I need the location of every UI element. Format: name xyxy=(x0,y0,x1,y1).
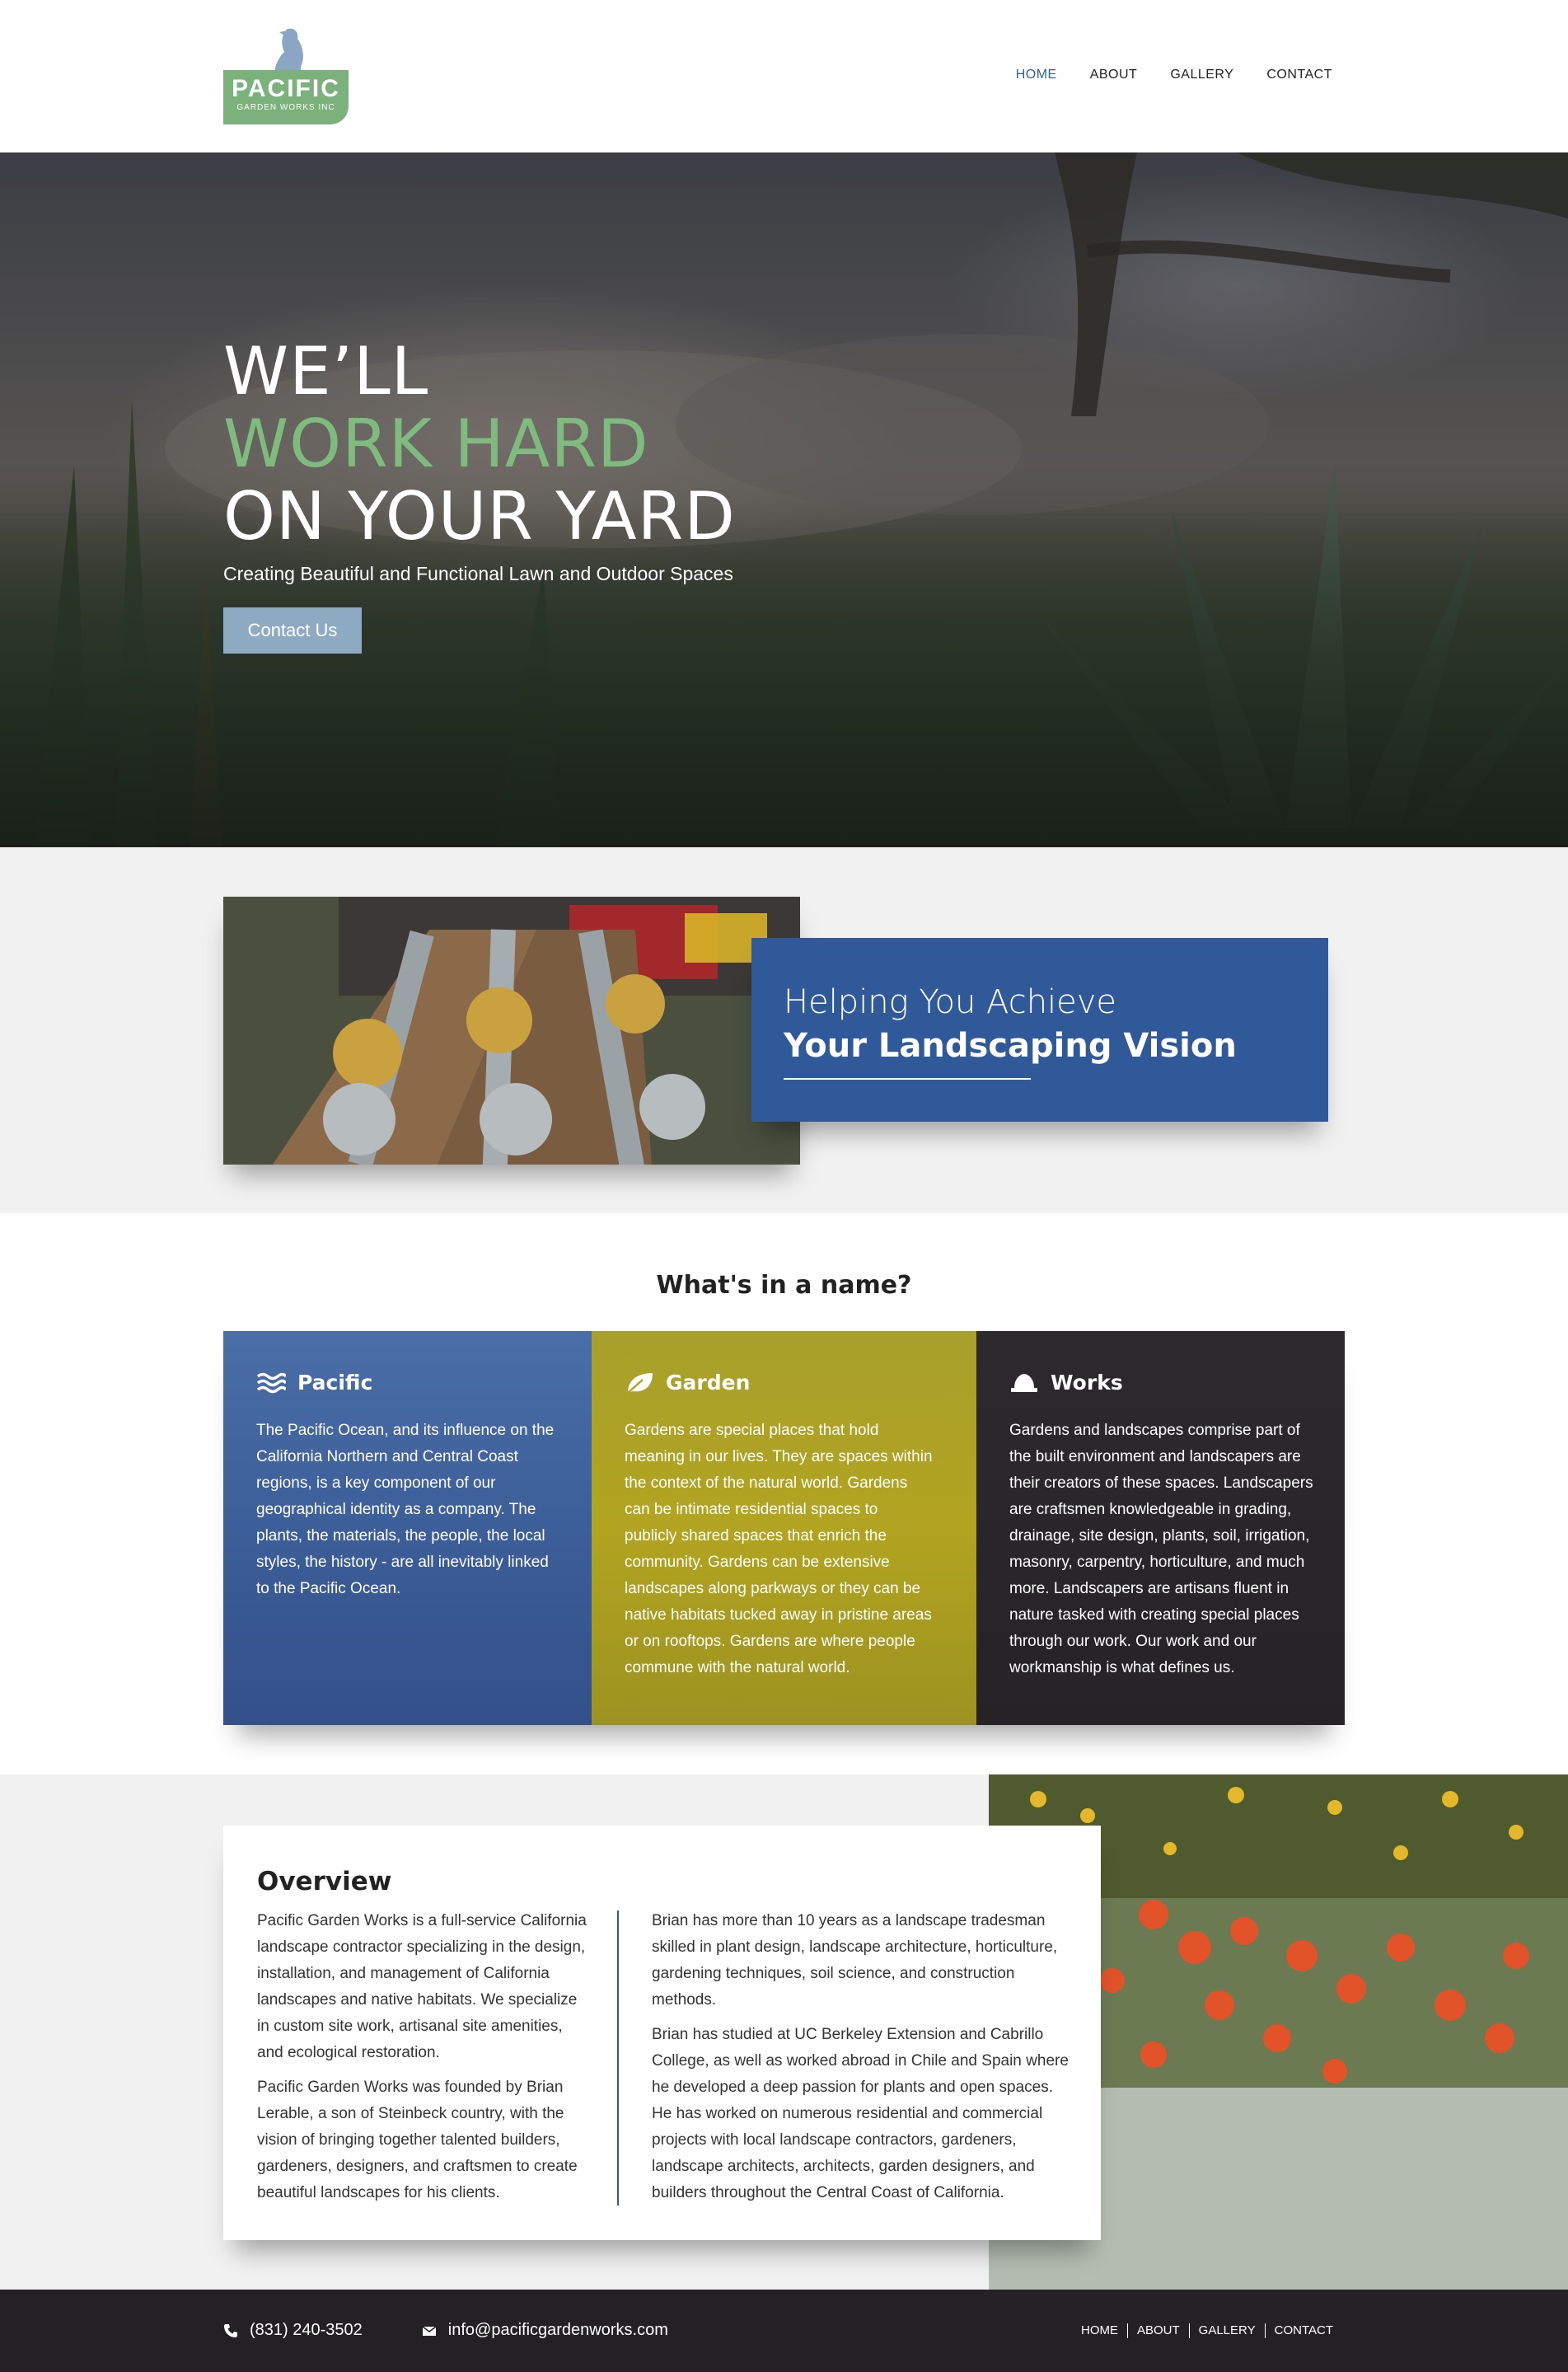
helping-heading-bold: Your Landscaping Vision xyxy=(784,1027,1237,1065)
column-header: Garden xyxy=(625,1371,750,1395)
helping-underline xyxy=(784,1078,1031,1080)
nav-about[interactable]: ABOUT xyxy=(1090,68,1138,82)
footer-email[interactable]: info@pacificgardenworks.com xyxy=(422,2321,668,2340)
waves-icon xyxy=(256,1372,286,1393)
faucet-photo xyxy=(223,897,800,1165)
helping-card: Helping You Achieve Your Landscaping Vis… xyxy=(751,938,1328,1122)
helping-section: Helping You Achieve Your Landscaping Vis… xyxy=(0,847,1568,1213)
column-text: Gardens and landscapes comprise part of … xyxy=(1009,1422,1313,1676)
hero-line-3: ON YOUR YARD xyxy=(223,478,736,555)
column-text: Gardens are special places that hold mea… xyxy=(625,1422,933,1676)
column-pacific: Pacific The Pacific Ocean, and its influ… xyxy=(223,1331,592,1725)
footer-nav-about[interactable]: ABOUT xyxy=(1126,2323,1189,2338)
nav-home[interactable]: HOME xyxy=(1016,68,1057,82)
nav-contact[interactable]: CONTACT xyxy=(1266,68,1332,82)
overview-paragraph: Brian has studied at UC Berkeley Extensi… xyxy=(652,2026,1069,2201)
nav-gallery[interactable]: GALLERY xyxy=(1170,68,1233,82)
overview-section: Overview Pacific Garden Works is a full-… xyxy=(0,1774,1568,2290)
faucet-illustration xyxy=(223,897,800,1165)
logo-plate: PACIFIC GARDEN WORKS INC xyxy=(223,70,349,124)
overview-paragraph: Pacific Garden Works is a full-service C… xyxy=(257,1912,587,2061)
column-text: The Pacific Ocean, and its influence on … xyxy=(256,1422,555,1597)
column-title: Works xyxy=(1051,1371,1123,1395)
footer-nav-contact[interactable]: CONTACT xyxy=(1264,2323,1342,2338)
hero-subtitle: Creating Beautiful and Functional Lawn a… xyxy=(223,563,733,584)
name-section-title: What's in a name? xyxy=(656,1271,912,1300)
overview-right-column: Brian has more than 10 years as a landsc… xyxy=(652,1908,1072,2215)
column-header: Works xyxy=(1009,1371,1123,1395)
email-icon xyxy=(422,2325,437,2336)
overview-title: Overview xyxy=(257,1867,392,1896)
logo[interactable]: PACIFIC GARDEN WORKS INC xyxy=(223,27,349,124)
footer-nav-gallery[interactable]: GALLERY xyxy=(1188,2323,1265,2338)
main-nav: HOME ABOUT GALLERY CONTACT xyxy=(1016,68,1332,82)
column-works: Works Gardens and landscapes comprise pa… xyxy=(976,1331,1345,1725)
overview-left-column: Pacific Garden Works is a full-service C… xyxy=(257,1908,587,2215)
overview-divider xyxy=(617,1910,619,2206)
logo-name: PACIFIC xyxy=(232,75,340,102)
overview-paragraph: Pacific Garden Works was founded by Bria… xyxy=(257,2079,578,2201)
hero-line-2: WORK HARD xyxy=(223,405,649,482)
name-section: What's in a name? Pacific The Pacific Oc… xyxy=(0,1213,1568,1774)
overview-paragraph: Brian has more than 10 years as a landsc… xyxy=(652,1912,1058,2009)
site-header: PACIFIC GARDEN WORKS INC HOME ABOUT GALL… xyxy=(0,0,1568,152)
column-garden: Garden Gardens are special places that h… xyxy=(592,1331,976,1725)
name-columns: Pacific The Pacific Ocean, and its influ… xyxy=(223,1331,1345,1725)
leaf-icon xyxy=(627,1372,653,1394)
hero-text: WE’LL WORK HARD ON YOUR YARD Creating Be… xyxy=(223,335,736,654)
column-title: Garden xyxy=(666,1371,751,1395)
footer-phone[interactable]: (831) 240-3502 xyxy=(223,2321,363,2340)
footer-contact: (831) 240-3502 info@pacificgardenworks.c… xyxy=(223,2321,668,2340)
column-title: Pacific xyxy=(297,1371,373,1395)
hero-line-1: WE’LL xyxy=(223,333,429,410)
helping-heading-light: Helping You Achieve xyxy=(784,983,1117,1021)
logo-subtitle: GARDEN WORKS INC xyxy=(236,103,335,112)
site-footer: (831) 240-3502 info@pacificgardenworks.c… xyxy=(0,2290,1568,2372)
column-header: Pacific xyxy=(256,1371,372,1395)
phone-icon xyxy=(224,2323,237,2337)
overview-card: Overview Pacific Garden Works is a full-… xyxy=(223,1826,1101,2240)
email-address: info@pacificgardenworks.com xyxy=(447,2321,668,2339)
footer-nav-home[interactable]: HOME xyxy=(1072,2323,1127,2338)
hard-hat-icon xyxy=(1011,1373,1037,1392)
contact-us-button[interactable]: Contact Us xyxy=(223,607,362,654)
hero-section: WE’LL WORK HARD ON YOUR YARD Creating Be… xyxy=(0,152,1568,847)
bird-icon xyxy=(274,28,303,75)
footer-nav: HOME ABOUT GALLERY CONTACT xyxy=(1072,2323,1342,2338)
phone-number: (831) 240-3502 xyxy=(250,2321,363,2339)
